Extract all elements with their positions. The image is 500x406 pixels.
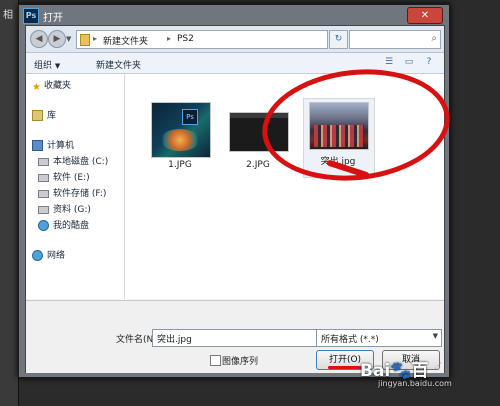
network-icon bbox=[32, 250, 43, 261]
file-type-select[interactable]: 所有格式 (*.*) ▼ bbox=[316, 329, 442, 347]
drive-icon bbox=[38, 205, 49, 214]
file-name-1[interactable]: 1.JPG bbox=[145, 160, 215, 170]
splash-art bbox=[160, 129, 200, 151]
sidebar-item-libraries[interactable]: 库 bbox=[32, 110, 56, 123]
title-bar: Ps 打开 ✕ bbox=[19, 5, 449, 25]
background-glyph: 相 bbox=[3, 10, 13, 21]
sidebar-item-label: 网络 bbox=[47, 251, 66, 261]
organize-label: 组织 bbox=[34, 61, 53, 71]
back-button[interactable]: ◀ bbox=[30, 30, 48, 48]
watermark-site: jingyan.baidu.com bbox=[378, 379, 452, 388]
refresh-icon[interactable]: ↻ bbox=[329, 30, 348, 49]
sidebar-item-drive-g[interactable]: 资料 (G:) bbox=[38, 204, 91, 217]
image-sequence-label[interactable]: 图像序列 bbox=[222, 354, 258, 367]
dialog-title: 打开 bbox=[43, 13, 63, 24]
open-file-dialog: Ps 打开 ✕ ◀ ▶ ▼ ▸ 新建文件夹 ▸ PS2 ↻ ⌕ 组织 ▼ 新建文… bbox=[18, 4, 456, 378]
photoshop-logo-icon: Ps bbox=[182, 109, 198, 125]
cloud-drive-icon bbox=[38, 220, 49, 231]
sidebar-item-computer[interactable]: 计算机 bbox=[32, 140, 74, 153]
sidebar-item-label: 本地磁盘 (C:) bbox=[53, 157, 109, 167]
dialog-body: ◀ ▶ ▼ ▸ 新建文件夹 ▸ PS2 ↻ ⌕ 组织 ▼ 新建文件夹 ☰ ▭ ?… bbox=[25, 25, 456, 373]
address-bar[interactable]: ▸ 新建文件夹 ▸ PS2 bbox=[76, 30, 328, 49]
chevron-down-icon: ▼ bbox=[54, 62, 61, 70]
history-dropdown-icon[interactable]: ▼ bbox=[66, 35, 71, 43]
filename-value: 突出.jpg bbox=[157, 335, 192, 345]
background-app-strip: 相 bbox=[0, 0, 19, 406]
search-icon: ⌕ bbox=[431, 33, 437, 44]
breadcrumb-ps2[interactable]: PS2 bbox=[177, 34, 194, 44]
sidebar-item-label: 资料 (G:) bbox=[53, 205, 91, 215]
filename-input[interactable]: 突出.jpg ▼ bbox=[152, 329, 330, 347]
drive-icon bbox=[38, 173, 49, 182]
computer-icon bbox=[32, 140, 43, 151]
sidebar-item-drive-e[interactable]: 软件 (E:) bbox=[38, 172, 90, 185]
baidu-logo: Bai🐾百 bbox=[360, 361, 429, 381]
sidebar-item-drive-f[interactable]: 软件存储 (F:) bbox=[38, 188, 106, 201]
sidebar-item-kupan[interactable]: 我的酷盘 bbox=[38, 220, 89, 233]
crumb-separator-icon: ▸ bbox=[167, 34, 172, 43]
sidebar-item-label: 软件 (E:) bbox=[53, 173, 90, 183]
folder-icon bbox=[80, 34, 90, 46]
crumb-separator-icon: ▸ bbox=[93, 34, 98, 43]
breadcrumb-new-folder[interactable]: 新建文件夹 bbox=[103, 34, 148, 47]
drive-icon bbox=[38, 189, 49, 198]
preview-pane-icon[interactable]: ▭ bbox=[402, 56, 416, 69]
sidebar-item-label: 我的酷盘 bbox=[53, 221, 90, 231]
sidebar-item-favorites[interactable]: ★ 收藏夹 bbox=[32, 80, 71, 93]
sidebar-item-label: 库 bbox=[47, 111, 57, 121]
sidebar-item-drive-c[interactable]: 本地磁盘 (C:) bbox=[38, 156, 108, 169]
sidebar-item-label: 计算机 bbox=[47, 141, 75, 151]
baidu-jingyan-watermark: Bai🐾百 jingyan.baidu.com bbox=[360, 356, 452, 388]
organize-menu[interactable]: 组织 ▼ bbox=[34, 58, 60, 71]
file-type-value: 所有格式 (*.*) bbox=[321, 335, 379, 345]
chevron-down-icon: ▼ bbox=[432, 332, 438, 340]
image-sequence-checkbox[interactable] bbox=[210, 355, 221, 366]
sidebar-item-label: 收藏夹 bbox=[43, 81, 71, 91]
drive-icon bbox=[38, 157, 49, 166]
photoshop-app-icon: Ps bbox=[23, 8, 39, 24]
close-button[interactable]: ✕ bbox=[407, 7, 443, 24]
red-underline-annotation bbox=[328, 366, 364, 369]
file-thumbnail-1[interactable]: Ps bbox=[151, 102, 211, 158]
sidebar-item-label: 软件存储 (F:) bbox=[53, 189, 107, 199]
view-options-icon[interactable]: ☰ bbox=[382, 56, 396, 69]
help-icon[interactable]: ? bbox=[422, 56, 436, 69]
star-icon: ★ bbox=[32, 82, 41, 93]
navigation-pane: ★ 收藏夹 库 计算机 本地磁盘 (C:) 软件 (E:) 软件存储 (F:) 资… bbox=[26, 74, 125, 299]
address-row: ◀ ▶ ▼ ▸ 新建文件夹 ▸ PS2 ↻ ⌕ bbox=[26, 26, 444, 53]
forward-button[interactable]: ▶ bbox=[48, 30, 66, 48]
sidebar-item-network[interactable]: 网络 bbox=[32, 250, 65, 263]
new-folder-button[interactable]: 新建文件夹 bbox=[96, 58, 141, 71]
search-input[interactable]: ⌕ bbox=[349, 30, 441, 49]
library-icon bbox=[32, 110, 43, 121]
